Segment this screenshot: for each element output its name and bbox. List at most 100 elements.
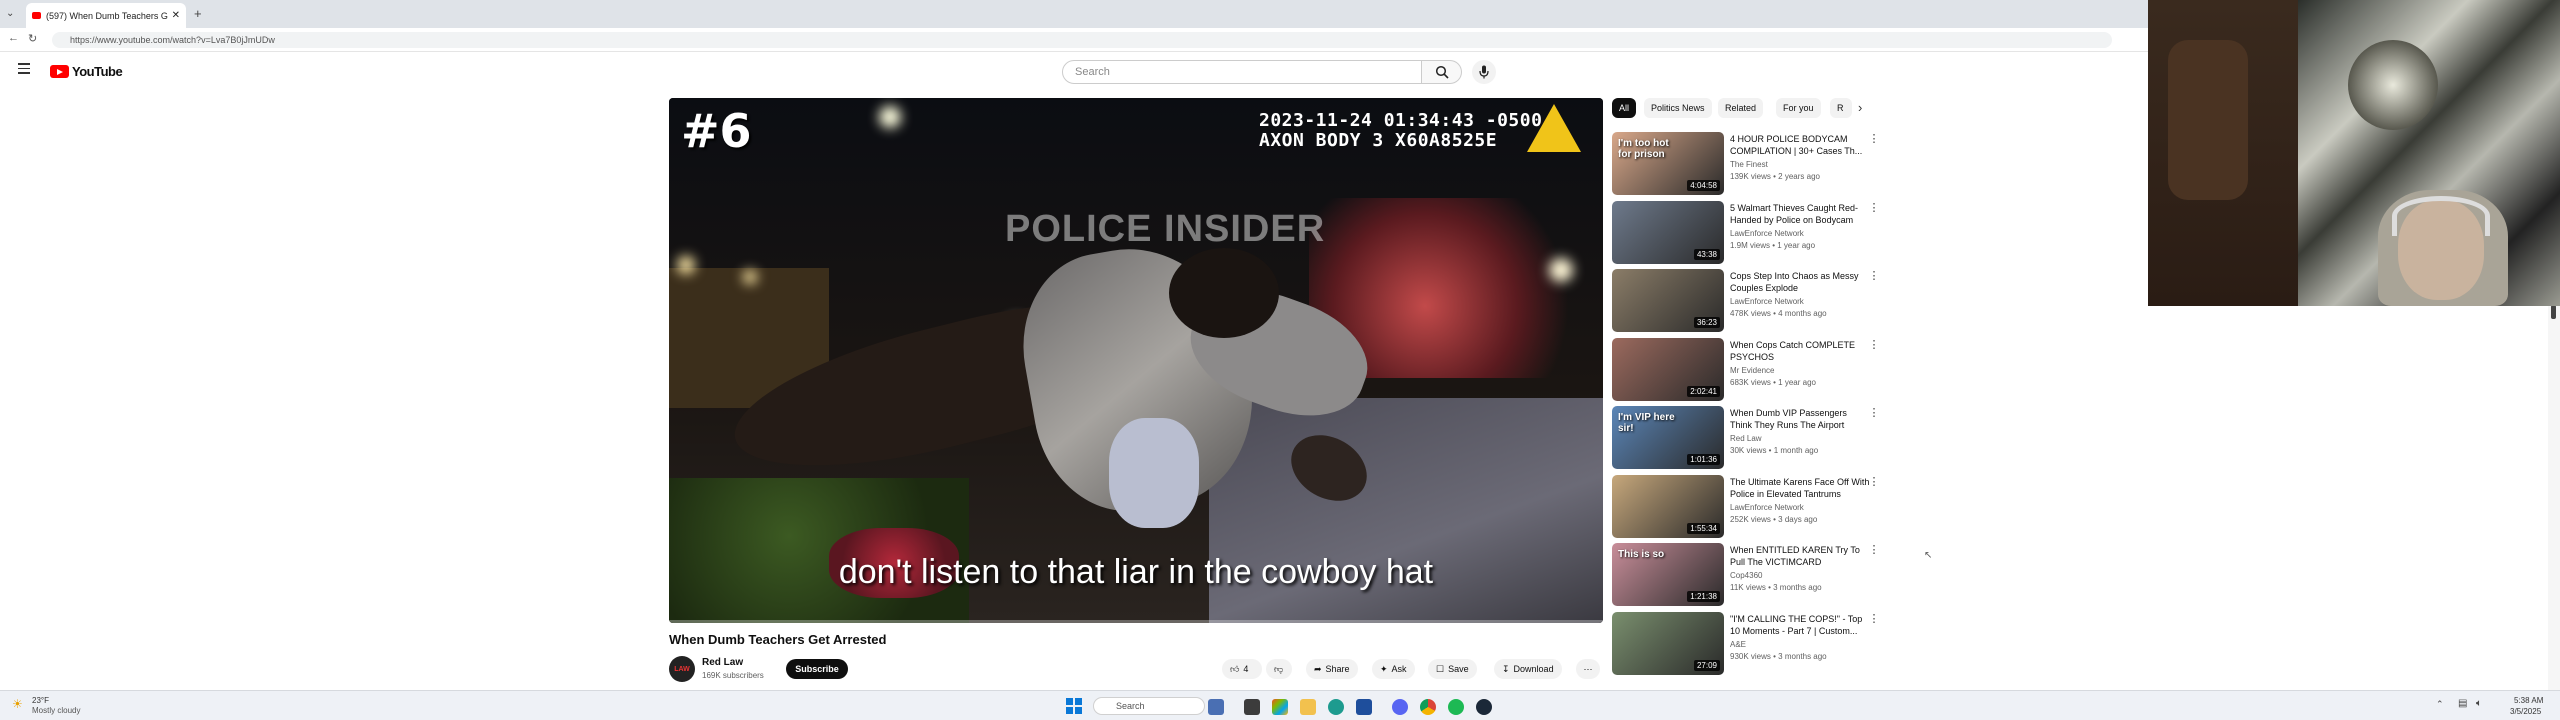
youtube-logo-text[interactable]: YouTube [72,64,123,79]
axon-logo-icon [1527,104,1581,152]
recommended-video-title[interactable]: Cops Step Into Chaos as Messy Couples Ex… [1730,270,1870,294]
mouse-cursor-icon: ↖ [1924,550,1933,561]
chip-related[interactable]: Related [1718,98,1764,118]
volume-icon[interactable]: 🔈︎ [2476,698,2482,709]
save-button[interactable]: ☐ Save [1428,659,1477,679]
recommended-video-channel[interactable]: LawEnforce Network [1730,503,1804,512]
video-player[interactable]: #6 2023-11-24 01:34:43 -0500 AXON BODY 3… [669,98,1603,623]
chip-for-you[interactable]: For you [1776,98,1821,118]
file-explorer-icon[interactable] [1300,699,1316,715]
discord-icon[interactable] [1392,699,1408,715]
task-view-icon[interactable] [1244,699,1260,715]
subscribe-button[interactable]: Subscribe [786,659,848,679]
recommended-video-channel[interactable]: LawEnforce Network [1730,297,1804,306]
video-thumbnail[interactable]: 36:23 [1612,269,1724,332]
more-options-icon[interactable]: ⋮ [1868,132,1880,146]
recommended-video-channel[interactable]: Mr Evidence [1730,366,1774,375]
taskbar-date[interactable]: 3/5/2025 [2510,707,2541,716]
tab-list-icon[interactable]: ⌄ [6,8,14,19]
chip-overflow[interactable]: R [1830,98,1852,118]
chip-politics-news[interactable]: Politics News [1644,98,1712,118]
spotify-icon[interactable] [1448,699,1464,715]
recommended-video[interactable]: This is so 1:21:38 When ENTITLED KAREN Try… [1612,543,1897,607]
recommended-video-title[interactable]: When ENTITLED KAREN Try To Pull The VICT… [1730,544,1870,568]
share-button[interactable]: ➦ Share [1306,659,1358,679]
tab-close-icon[interactable]: ✕ [172,10,180,21]
browser-tab-active[interactable]: (597) When Dumb Teachers G ✕ [26,3,186,28]
app-icon-colorful[interactable] [1272,699,1288,715]
widgets-icon[interactable] [1208,699,1224,715]
chevron-right-icon[interactable]: › [1858,100,1862,115]
app-icon-blue[interactable] [1356,699,1372,715]
channel-avatar[interactable]: LAW [669,656,695,682]
url-field[interactable]: https://www.youtube.com/watch?v=Lva7B0jJ… [52,32,2112,48]
search-input[interactable]: Search [1062,60,1422,84]
network-icon[interactable]: ▤ [2458,698,2467,709]
weather-description: Mostly cloudy [32,706,81,715]
taskbar-search-input[interactable]: Search [1093,697,1205,715]
share-label: Share [1325,664,1350,674]
video-progress-bar[interactable] [669,620,1603,623]
video-thumbnail[interactable]: 43:38 [1612,200,1724,264]
chip-all[interactable]: All [1612,98,1637,118]
youtube-logo-icon[interactable] [50,65,69,78]
back-icon[interactable]: ← [8,32,19,44]
ask-button[interactable]: ✦ Ask [1372,659,1415,679]
video-thumbnail[interactable]: I'm too hot for prison 4:04:58 [1612,132,1724,195]
channel-name[interactable]: Red Law [702,657,743,668]
steam-icon[interactable] [1476,699,1492,715]
recommended-video[interactable]: 1:55:34 The Ultimate Karens Face Off With… [1612,474,1897,539]
taskbar-time[interactable]: 5:38 AM [2514,696,2543,705]
new-tab-button[interactable]: + [194,6,202,21]
recommended-video-title[interactable]: When Cops Catch COMPLETE PSYCHOS [1730,339,1870,363]
weather-icon[interactable]: ☀ [12,697,23,711]
edge-browser-icon[interactable] [1328,699,1344,715]
more-options-icon[interactable]: ⋮ [1868,543,1880,557]
dislike-button[interactable]: 👎︎ [1266,659,1292,679]
more-options-icon[interactable]: ⋮ [1868,612,1880,626]
chrome-icon[interactable] [1420,699,1436,715]
video-thumbnail[interactable]: 2:02:41 [1612,337,1724,401]
recommended-video-channel[interactable]: The Finest [1730,160,1768,169]
taskbar-search-placeholder: Search [1116,701,1145,711]
recommended-video[interactable]: 43:38 5 Walmart Thieves Caught Red-Handed… [1612,200,1897,265]
video-thumbnail[interactable]: 27:09 [1612,611,1724,675]
recommended-video-channel[interactable]: LawEnforce Network [1730,229,1804,238]
video-thumbnail[interactable]: 1:55:34 [1612,474,1724,538]
recommended-video-title[interactable]: The Ultimate Karens Face Off With Police… [1730,476,1870,500]
more-options-icon[interactable]: ⋮ [1868,475,1880,489]
channel-subscriber-count: 169K subscribers [702,671,764,680]
recommended-video-channel[interactable]: Red Law [1730,434,1762,443]
hamburger-menu-icon[interactable] [18,63,30,74]
more-options-icon[interactable]: ⋮ [1868,338,1880,352]
page-scrollbar-thumb[interactable] [2551,305,2556,319]
recommended-video[interactable]: I'm too hot for prison 4:04:58 4 HOUR POLI… [1612,132,1897,196]
more-options-icon[interactable]: ⋮ [1868,269,1880,283]
voice-search-button[interactable] [1472,60,1496,84]
page-scrollbar[interactable] [2548,305,2560,690]
tray-overflow-icon[interactable]: ⌃ [2436,699,2444,710]
recommended-video-channel[interactable]: A&E [1730,640,1746,649]
recommended-video-title[interactable]: "I'M CALLING THE COPS!" - Top 10 Moments… [1730,613,1870,637]
reload-icon[interactable]: ↻ [28,32,37,45]
more-actions-button[interactable]: ⋯ [1576,659,1600,679]
more-options-icon[interactable]: ⋮ [1868,406,1880,420]
recommended-video[interactable]: I'm VIP here sir! 1:01:36 When Dumb VIP Pa… [1612,406,1897,470]
recommended-video[interactable]: 36:23 Cops Step Into Chaos as Messy Coupl… [1612,269,1897,333]
recommended-video-title[interactable]: 4 HOUR POLICE BODYCAM COMPILATION | 30+ … [1730,133,1870,157]
video-thumbnail[interactable]: I'm VIP here sir! 1:01:36 [1612,406,1724,469]
video-thumbnail[interactable]: This is so 1:21:38 [1612,543,1724,606]
recommended-video[interactable]: 2:02:41 When Cops Catch COMPLETE PSYCHOS M… [1612,337,1897,402]
like-button[interactable]: 👍︎ 4 [1222,659,1262,679]
more-options-icon[interactable]: ⋮ [1868,201,1880,215]
recommended-video[interactable]: 27:09 "I'M CALLING THE COPS!" - Top 10 Mo… [1612,611,1897,676]
start-button[interactable] [1066,698,1082,714]
video-duration: 2:02:41 [1687,385,1720,397]
search-button[interactable] [1422,60,1462,84]
recommended-video-channel[interactable]: Cop4360 [1730,571,1762,580]
thumbnail-text: This is so [1618,549,1665,560]
recommended-video-title[interactable]: When Dumb VIP Passengers Think They Runs… [1730,407,1870,431]
download-button[interactable]: ↧ Download [1494,659,1562,679]
recommended-video-title[interactable]: 5 Walmart Thieves Caught Red-Handed by P… [1730,202,1870,226]
recommended-video-meta: 139K views • 2 years ago [1730,172,1820,181]
